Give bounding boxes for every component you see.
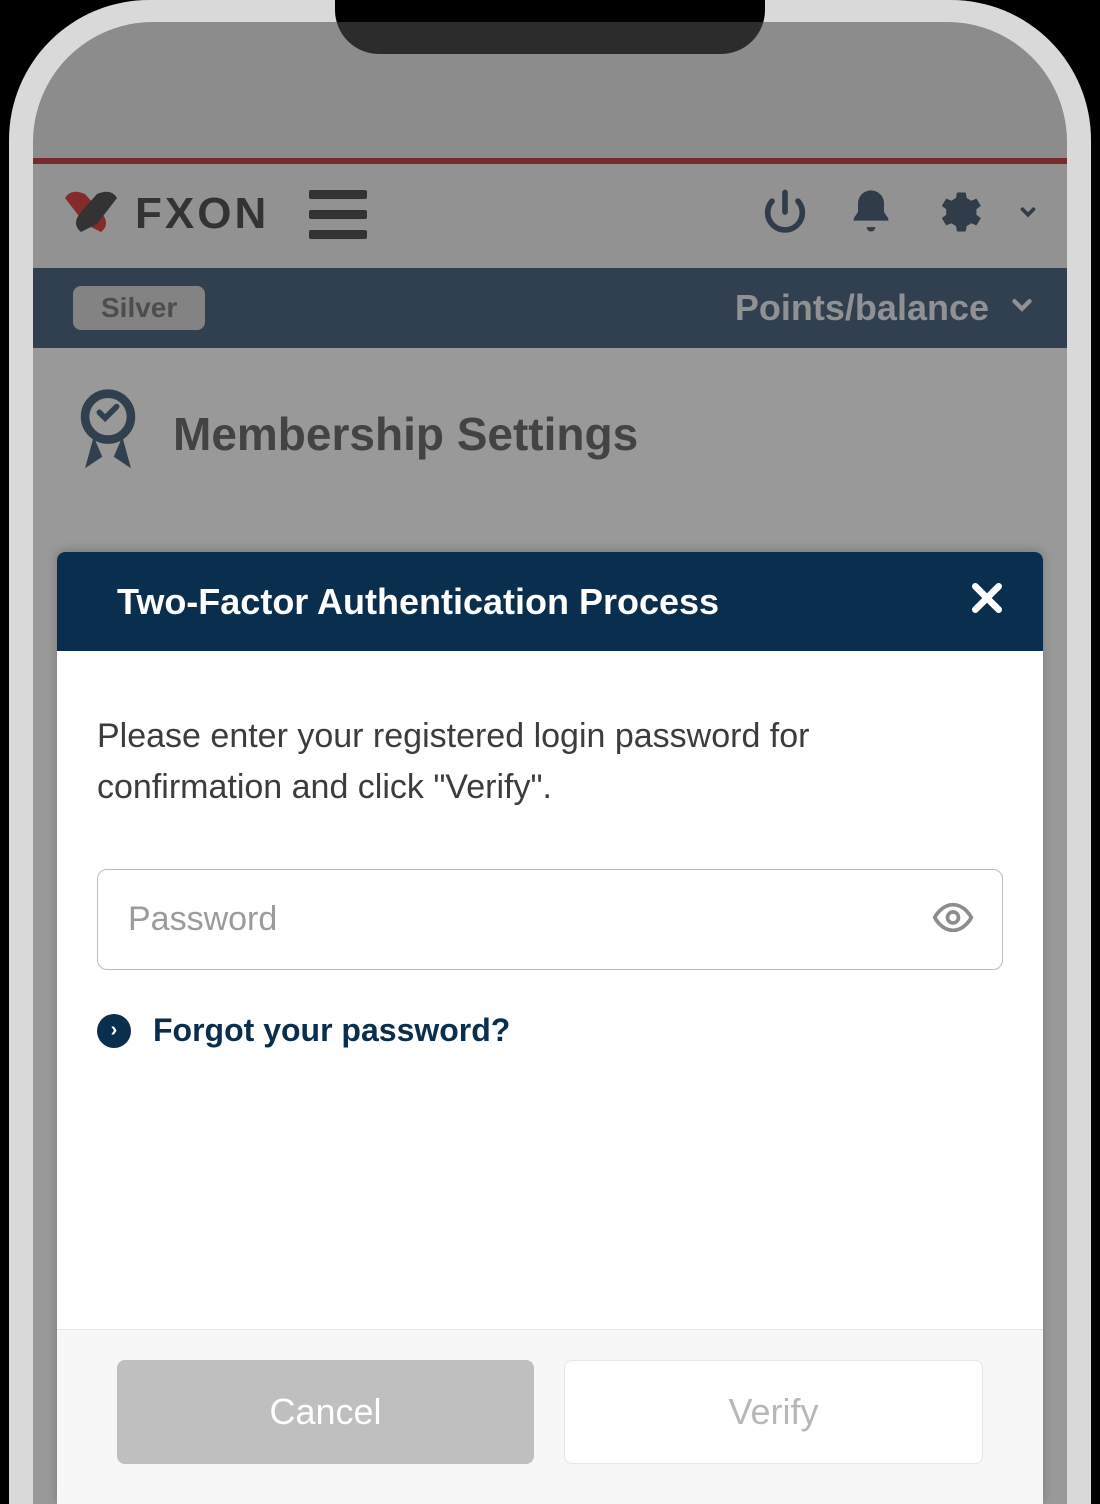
verify-button[interactable]: Verify <box>564 1360 983 1464</box>
modal-header: Two-Factor Authentication Process <box>57 552 1043 651</box>
modal-body: Please enter your registered login passw… <box>57 651 1043 1089</box>
password-field-wrap <box>97 869 1003 970</box>
cancel-button[interactable]: Cancel <box>117 1360 534 1464</box>
forgot-password-label: Forgot your password? <box>153 1012 510 1049</box>
modal-footer: Cancel Verify <box>57 1329 1043 1504</box>
modal-title: Two-Factor Authentication Process <box>117 581 719 623</box>
eye-icon[interactable] <box>931 895 975 944</box>
twofa-modal: Two-Factor Authentication Process Please… <box>57 552 1043 1504</box>
chevron-right-circle-icon: › <box>97 1014 131 1048</box>
close-icon[interactable] <box>967 578 1007 625</box>
phone-frame: FXON <box>9 0 1091 1504</box>
modal-description: Please enter your registered login passw… <box>97 711 1003 813</box>
forgot-password-link[interactable]: › Forgot your password? <box>97 1012 1003 1049</box>
phone-screen: FXON <box>33 22 1067 1504</box>
password-input[interactable] <box>97 869 1003 970</box>
